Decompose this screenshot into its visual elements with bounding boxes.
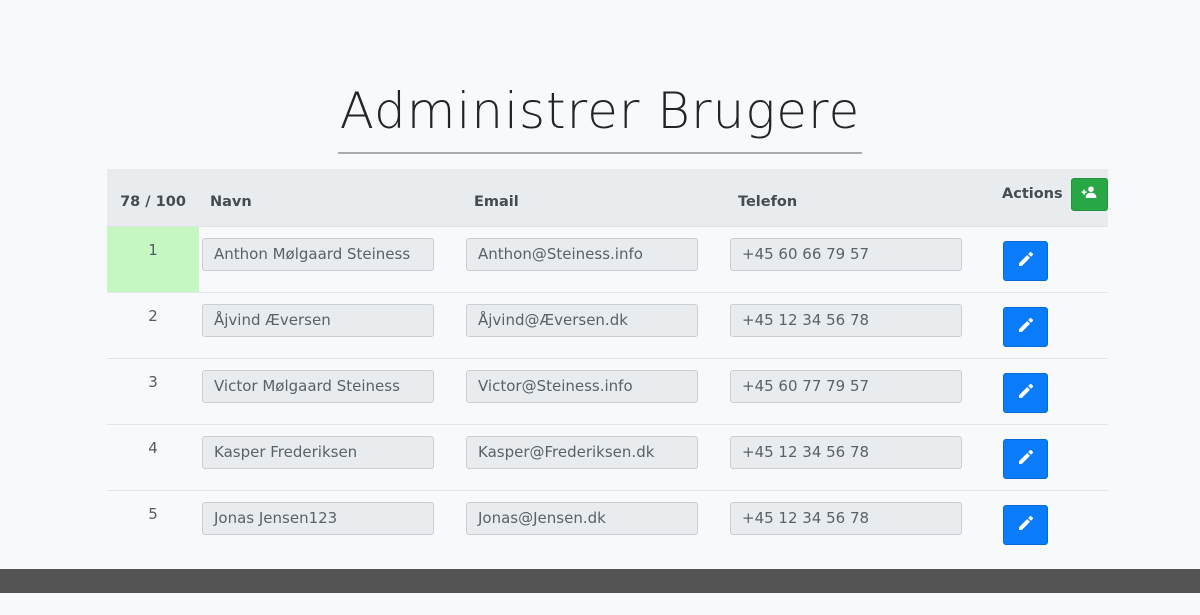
email-cell: Jonas@Jensen.dk	[463, 490, 727, 556]
action-cell	[991, 292, 1108, 358]
phone-field[interactable]: +45 12 34 56 78	[730, 303, 962, 337]
add-user-button[interactable]	[1070, 177, 1108, 211]
phone-field[interactable]: +45 60 66 79 57	[730, 237, 962, 271]
name-cell: Kasper Frederiksen	[199, 424, 463, 490]
table-row: 1 Anthon Mølgaard Steiness Anthon@Steine…	[107, 226, 1108, 292]
page-title: Administrer Brugere	[337, 78, 863, 154]
name-column-header: Navn	[199, 169, 463, 227]
actions-label: Actions	[1002, 186, 1063, 203]
email-cell: Anthon@Steiness.info	[463, 226, 727, 292]
phone-field[interactable]: +45 12 34 56 78	[730, 435, 962, 469]
phone-column-header: Telefon	[727, 169, 991, 227]
name-cell: Anthon Mølgaard Steiness	[199, 226, 463, 292]
table-row: 5 Jonas Jensen123 Jonas@Jensen.dk +45 12…	[107, 490, 1108, 556]
title-wrap: Administrer Brugere	[0, 78, 1200, 154]
email-field[interactable]: Jonas@Jensen.dk	[466, 501, 698, 535]
edit-user-button[interactable]	[1003, 438, 1048, 479]
edit-user-button[interactable]	[1003, 240, 1048, 281]
page: Administrer Brugere 78 / 100 Navn Email …	[0, 0, 1200, 615]
table-row: 3 Victor Mølgaard Steiness Victor@Steine…	[107, 358, 1108, 424]
name-cell: Åjvind Æversen	[199, 292, 463, 358]
name-field[interactable]: Victor Mølgaard Steiness	[202, 369, 434, 403]
footer-bar	[0, 569, 1200, 593]
users-table-wrap: 78 / 100 Navn Email Telefon Actions 1 An…	[107, 169, 1108, 556]
row-number: 1	[107, 226, 199, 292]
email-field[interactable]: Kasper@Frederiksen.dk	[466, 435, 698, 469]
row-number: 3	[107, 358, 199, 424]
phone-cell: +45 60 77 79 57	[727, 358, 991, 424]
table-row: 4 Kasper Frederiksen Kasper@Frederiksen.…	[107, 424, 1108, 490]
user-count-header: 78 / 100	[107, 169, 199, 227]
table-body: 1 Anthon Mølgaard Steiness Anthon@Steine…	[107, 226, 1108, 556]
phone-field[interactable]: +45 60 77 79 57	[730, 369, 962, 403]
row-number: 2	[107, 292, 199, 358]
pencil-icon	[1018, 515, 1034, 535]
phone-cell: +45 12 34 56 78	[727, 424, 991, 490]
action-cell	[991, 490, 1108, 556]
phone-cell: +45 60 66 79 57	[727, 226, 991, 292]
action-cell	[991, 358, 1108, 424]
phone-field[interactable]: +45 12 34 56 78	[730, 501, 962, 535]
email-cell: Victor@Steiness.info	[463, 358, 727, 424]
edit-user-button[interactable]	[1003, 504, 1048, 545]
pencil-icon	[1018, 383, 1034, 403]
pencil-icon	[1018, 317, 1034, 337]
action-cell	[991, 226, 1108, 292]
email-field[interactable]: Victor@Steiness.info	[466, 369, 698, 403]
table-header-row: 78 / 100 Navn Email Telefon Actions	[107, 169, 1108, 227]
row-number: 5	[107, 490, 199, 556]
row-number-label: 5	[148, 504, 158, 523]
email-column-header: Email	[463, 169, 727, 227]
email-cell: Kasper@Frederiksen.dk	[463, 424, 727, 490]
name-cell: Victor Mølgaard Steiness	[199, 358, 463, 424]
name-field[interactable]: Anthon Mølgaard Steiness	[202, 237, 434, 271]
phone-cell: +45 12 34 56 78	[727, 490, 991, 556]
edit-user-button[interactable]	[1003, 372, 1048, 413]
action-cell	[991, 424, 1108, 490]
row-number-label: 2	[148, 306, 158, 325]
row-number-label: 4	[148, 438, 158, 457]
name-cell: Jonas Jensen123	[199, 490, 463, 556]
row-number-label: 1	[148, 240, 158, 259]
actions-head: Actions	[1002, 177, 1108, 211]
table-row: 2 Åjvind Æversen Åjvind@Æversen.dk +45 1…	[107, 292, 1108, 358]
pencil-icon	[1018, 449, 1034, 469]
phone-cell: +45 12 34 56 78	[727, 292, 991, 358]
email-field[interactable]: Anthon@Steiness.info	[466, 237, 698, 271]
pencil-icon	[1018, 251, 1034, 271]
name-field[interactable]: Kasper Frederiksen	[202, 435, 434, 469]
row-number-label: 3	[148, 372, 158, 391]
edit-user-button[interactable]	[1003, 306, 1048, 347]
email-field[interactable]: Åjvind@Æversen.dk	[466, 303, 698, 337]
name-field[interactable]: Åjvind Æversen	[202, 303, 434, 337]
user-plus-icon	[1081, 186, 1097, 202]
row-number: 4	[107, 424, 199, 490]
actions-column-header: Actions	[991, 169, 1108, 227]
users-table: 78 / 100 Navn Email Telefon Actions 1 An…	[107, 169, 1108, 556]
email-cell: Åjvind@Æversen.dk	[463, 292, 727, 358]
name-field[interactable]: Jonas Jensen123	[202, 501, 434, 535]
